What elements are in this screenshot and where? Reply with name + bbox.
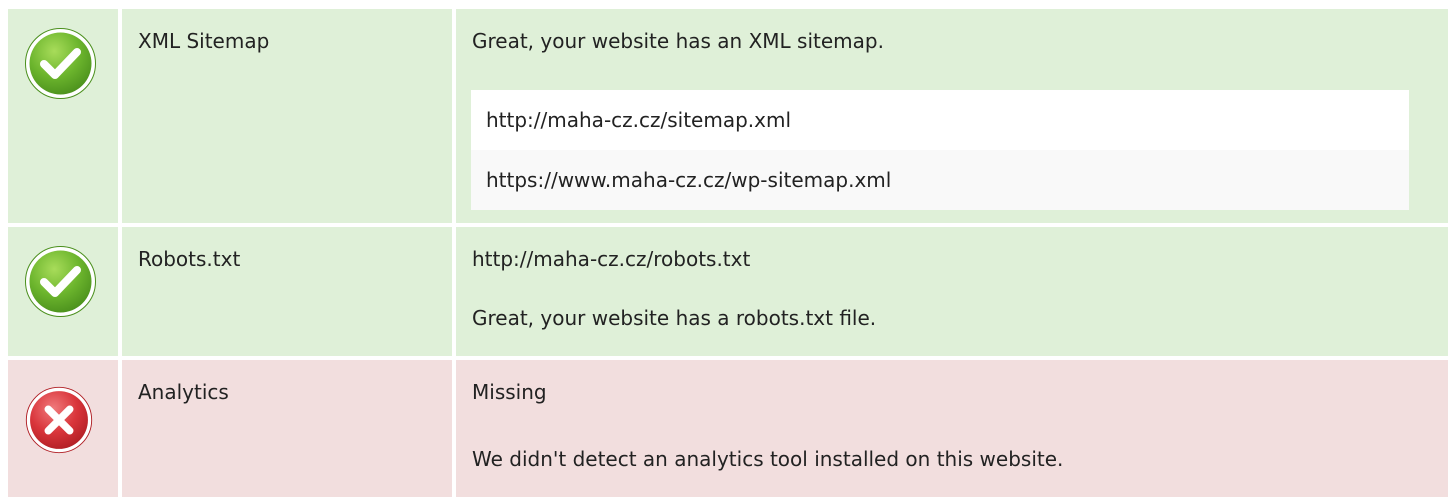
check-label-cell: XML Sitemap (122, 9, 452, 223)
check-message: Great, your website has an XML sitemap. (472, 29, 884, 53)
check-label: XML Sitemap (138, 29, 270, 53)
sitemap-url-item: http://maha-cz.cz/sitemap.xml (471, 90, 1409, 150)
robots-url: http://maha-cz.cz/robots.txt (472, 247, 751, 271)
check-message: Great, your website has a robots.txt fil… (472, 306, 877, 330)
check-row-analytics: Analytics Missing We didn't detect an an… (8, 360, 1448, 497)
status-cell (8, 9, 118, 223)
status-cell (8, 227, 118, 356)
check-row-xml-sitemap: XML Sitemap Great, your website has an X… (8, 9, 1448, 223)
check-circle-icon (25, 246, 96, 317)
analytics-value: Missing (472, 380, 547, 404)
check-label-cell: Analytics (122, 360, 452, 497)
x-circle-icon (25, 386, 93, 454)
check-label: Analytics (138, 380, 229, 404)
check-content-cell: Missing We didn't detect an analytics to… (456, 360, 1448, 497)
check-label: Robots.txt (138, 247, 241, 271)
sitemap-url-list: http://maha-cz.cz/sitemap.xml https://ww… (471, 90, 1409, 210)
check-row-robots-txt: Robots.txt http://maha-cz.cz/robots.txt … (8, 227, 1448, 356)
sitemap-url-item: https://www.maha-cz.cz/wp-sitemap.xml (471, 150, 1409, 210)
check-label-cell: Robots.txt (122, 227, 452, 356)
check-content-cell: Great, your website has an XML sitemap. … (456, 9, 1448, 223)
check-circle-icon (25, 28, 96, 99)
status-cell (8, 360, 118, 497)
check-content-cell: http://maha-cz.cz/robots.txt Great, your… (456, 227, 1448, 356)
check-message: We didn't detect an analytics tool insta… (472, 447, 1064, 471)
